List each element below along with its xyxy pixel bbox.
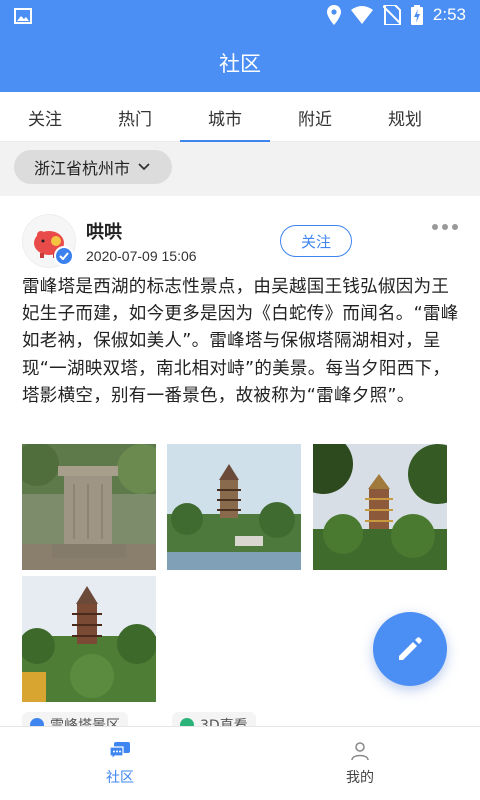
- post-username[interactable]: 哄哄: [86, 218, 122, 244]
- post-text: 雷峰塔是西湖的标志性景点，由吴越国王钱弘俶因为王妃生子而建，如今更多是因为《白蛇…: [22, 277, 459, 406]
- post-image-pagoda-lake[interactable]: [167, 444, 301, 570]
- filter-bar: 浙江省杭州市: [0, 142, 480, 196]
- city-selector-label: 浙江省杭州市: [34, 159, 131, 178]
- tab-bar: 关注 热门 城市 附近 规划: [0, 92, 480, 143]
- city-selector[interactable]: 浙江省杭州市: [14, 150, 173, 184]
- chevron-down-icon: [138, 163, 150, 171]
- nav-community[interactable]: 社区: [0, 727, 240, 800]
- post-image-pagoda-hill[interactable]: [22, 576, 156, 702]
- follow-button[interactable]: 关注: [280, 225, 352, 257]
- verified-badge-icon: [54, 246, 74, 266]
- post-timestamp: 2020-07-09 15:06: [86, 248, 197, 264]
- user-icon: [351, 742, 369, 761]
- app-header: 2:53 社区: [0, 0, 480, 92]
- tab-planning[interactable]: 规划: [360, 92, 450, 142]
- nav-profile[interactable]: 我的: [240, 727, 480, 800]
- tab-following[interactable]: 关注: [0, 92, 90, 142]
- wifi-icon: [350, 6, 373, 24]
- gallery-icon: [14, 8, 32, 24]
- post-image-pagoda-trees[interactable]: [313, 444, 447, 570]
- battery-charging-icon: [410, 5, 423, 25]
- tab-popular[interactable]: 热门: [90, 92, 180, 142]
- pencil-icon: [399, 637, 422, 660]
- post-image-stele[interactable]: [22, 444, 156, 570]
- nav-profile-label: 我的: [346, 770, 374, 786]
- nav-community-label: 社区: [106, 770, 134, 786]
- compose-button[interactable]: [373, 612, 447, 686]
- tab-city[interactable]: 城市: [180, 92, 270, 143]
- status-bar: 2:53: [0, 0, 480, 32]
- bottom-nav: 社区 我的: [0, 726, 480, 800]
- tab-nearby[interactable]: 附近: [270, 92, 360, 142]
- chat-bubbles-icon: [109, 742, 130, 761]
- page-title: 社区: [219, 52, 261, 76]
- status-time: 2:53: [432, 5, 466, 24]
- no-sim-icon: [382, 5, 401, 25]
- location-icon: [326, 5, 341, 25]
- more-options-icon[interactable]: [432, 224, 462, 234]
